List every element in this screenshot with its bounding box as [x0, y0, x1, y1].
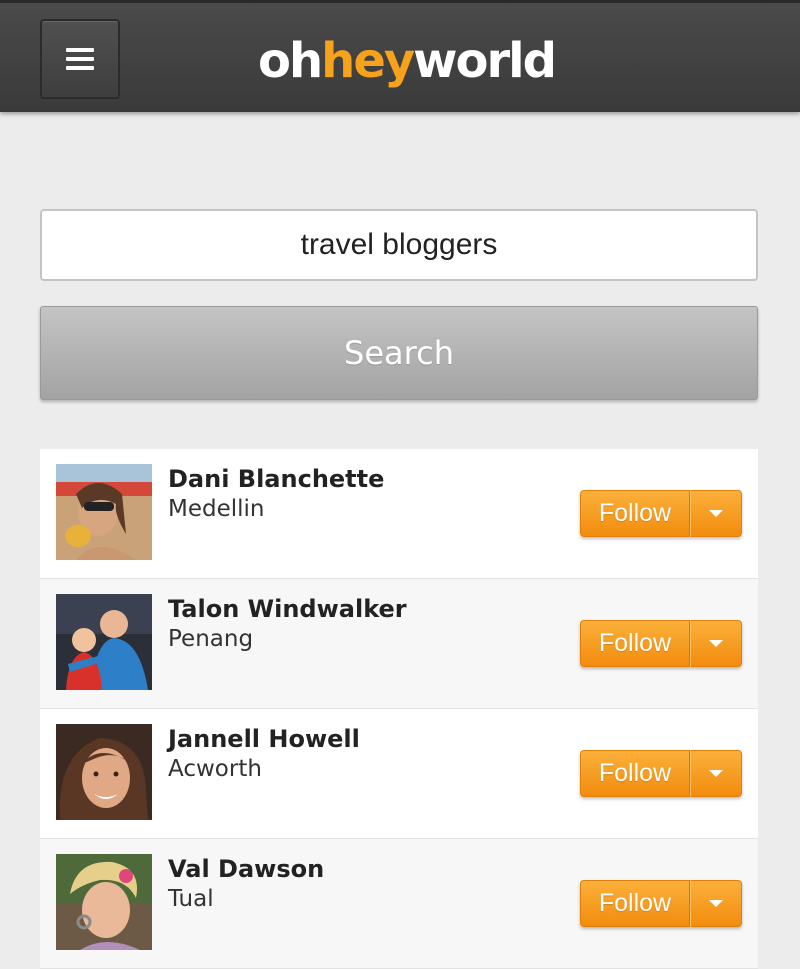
user-location: Penang	[168, 626, 254, 652]
follow-button-group: Follow	[580, 490, 742, 537]
follow-button-group: Follow	[580, 750, 742, 797]
caret-down-icon	[709, 770, 723, 777]
follow-button[interactable]: Follow	[580, 880, 690, 927]
follow-options-button[interactable]	[690, 880, 742, 927]
user-location: Medellin	[168, 496, 265, 522]
user-name[interactable]: Talon Windwalker	[168, 595, 407, 623]
user-name[interactable]: Dani Blanchette	[168, 465, 384, 493]
avatar[interactable]	[56, 464, 152, 560]
search-input[interactable]: travel bloggers	[40, 209, 758, 281]
results-list: Dani Blanchette Medellin Follow Talon Wi…	[40, 449, 758, 969]
menu-button[interactable]	[40, 19, 120, 99]
search-button[interactable]: Search	[40, 306, 758, 400]
follow-options-button[interactable]	[690, 750, 742, 797]
top-bar: ohheyworld	[0, 0, 800, 112]
avatar[interactable]	[56, 854, 152, 950]
logo-part-oh: oh	[258, 33, 323, 89]
follow-button[interactable]: Follow	[580, 750, 690, 797]
follow-button-group: Follow	[580, 620, 742, 667]
follow-button-group: Follow	[580, 880, 742, 927]
avatar[interactable]	[56, 724, 152, 820]
follow-options-button[interactable]	[690, 620, 742, 667]
user-name[interactable]: Val Dawson	[168, 855, 324, 883]
logo-part-hey: hey	[321, 33, 415, 89]
hamburger-menu-icon	[66, 48, 94, 70]
list-item: Talon Windwalker Penang Follow	[40, 579, 758, 709]
list-item: Dani Blanchette Medellin Follow	[40, 449, 758, 579]
caret-down-icon	[709, 510, 723, 517]
logo-part-world: world	[413, 33, 557, 89]
user-name[interactable]: Jannell Howell	[168, 725, 360, 753]
list-item: Jannell Howell Acworth Follow	[40, 709, 758, 839]
user-location: Tual	[168, 886, 214, 912]
logo[interactable]: ohheyworld	[258, 31, 557, 91]
list-item: Val Dawson Tual Follow	[40, 839, 758, 969]
avatar[interactable]	[56, 594, 152, 690]
follow-button[interactable]: Follow	[580, 620, 690, 667]
caret-down-icon	[709, 640, 723, 647]
follow-options-button[interactable]	[690, 490, 742, 537]
follow-button[interactable]: Follow	[580, 490, 690, 537]
user-location: Acworth	[168, 756, 262, 782]
caret-down-icon	[709, 900, 723, 907]
